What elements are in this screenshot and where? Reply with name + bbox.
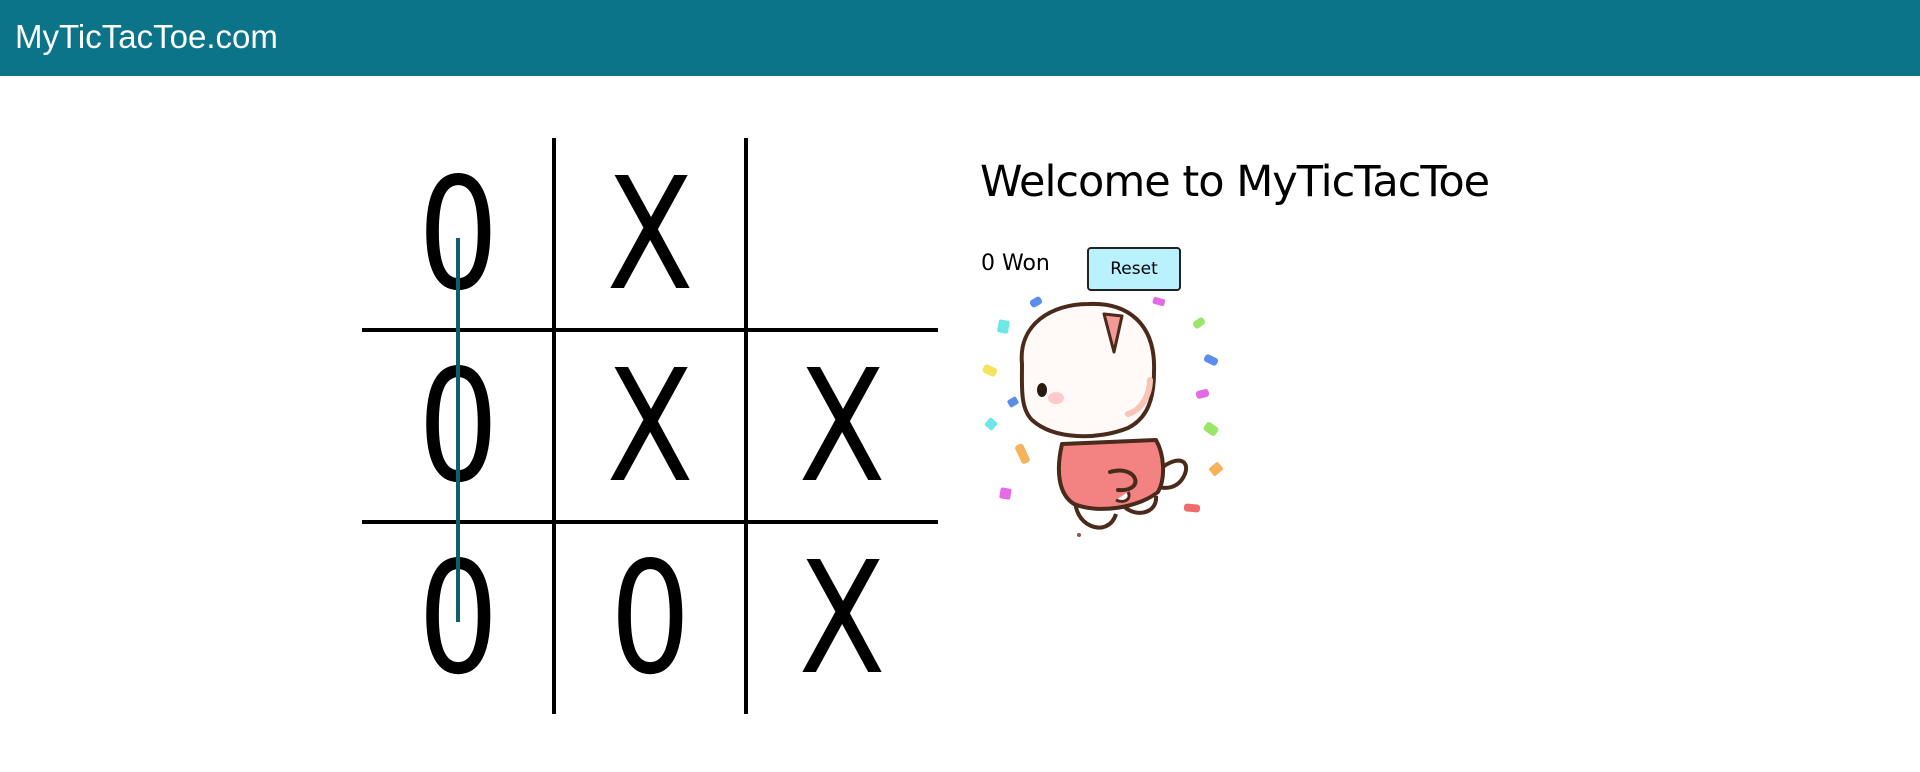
cell-mark: X (606, 143, 694, 325)
board-cell-8[interactable]: 0 (554, 522, 746, 714)
cell-mark: X (606, 335, 694, 517)
page-title: Welcome to MyTicTacToe (980, 157, 1490, 207)
celebration-cat-illustration (982, 296, 1223, 537)
game-status: 0 Won (981, 251, 1050, 276)
site-brand-link[interactable]: MyTicTacToe.com (15, 17, 278, 57)
header-bar: MyTicTacToe.com (0, 0, 1920, 76)
board-cell-9[interactable]: X (746, 522, 938, 714)
cell-mark: 0 (609, 527, 691, 709)
board-cell-2[interactable]: X (554, 138, 746, 330)
winning-line (456, 238, 460, 622)
board-cell-5[interactable]: X (554, 330, 746, 522)
reset-button[interactable]: Reset (1087, 247, 1181, 291)
tic-tac-toe-board: 0 X 0 X X 0 0 X (362, 138, 938, 714)
cell-mark: X (798, 335, 886, 517)
cell-mark: X (798, 527, 886, 709)
board-cell-3[interactable] (746, 138, 938, 330)
board-cell-6[interactable]: X (746, 330, 938, 522)
